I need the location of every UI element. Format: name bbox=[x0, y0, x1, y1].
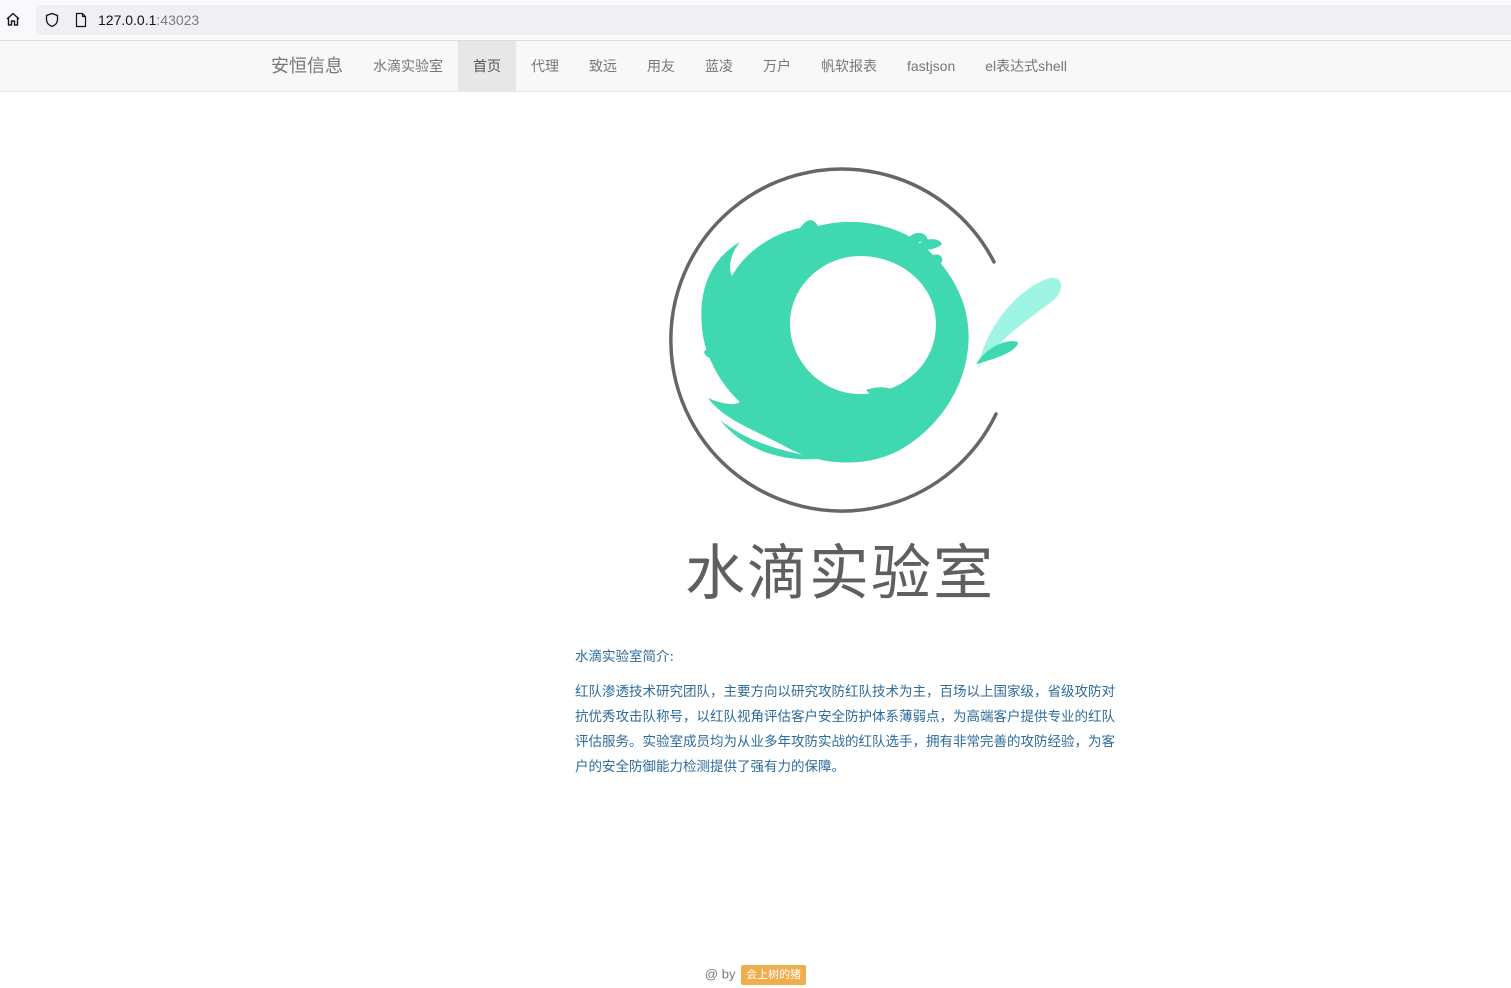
nav-item-finereport[interactable]: 帆软报表 bbox=[806, 41, 892, 91]
nav-item-yonyou[interactable]: 用友 bbox=[632, 41, 690, 91]
home-icon[interactable] bbox=[2, 8, 24, 30]
nav-item-lab[interactable]: 水滴实验室 bbox=[358, 41, 458, 91]
intro-heading: 水滴实验室简介: bbox=[575, 649, 675, 665]
browser-toolbar: 127.0.0.1:43023 bbox=[0, 0, 1511, 41]
navbar-brand[interactable]: 安恒信息 bbox=[271, 41, 343, 91]
nav-item-home[interactable]: 首页 bbox=[458, 41, 516, 91]
nav-item-fastjson[interactable]: fastjson bbox=[892, 41, 970, 91]
nav-item-landray[interactable]: 蓝凌 bbox=[690, 41, 748, 91]
shield-icon[interactable] bbox=[44, 12, 60, 32]
water-drop-logo-icon bbox=[669, 167, 1062, 513]
logo-splash bbox=[701, 220, 969, 463]
logo-title: 水滴实验室 bbox=[685, 539, 995, 609]
nav-menu: 水滴实验室 首页 代理 致远 用友 蓝凌 万户 帆软报表 fastjson el… bbox=[358, 41, 1082, 91]
url-host: 127.0.0.1 bbox=[98, 12, 157, 28]
url-port: :43023 bbox=[156, 12, 200, 28]
nav-item-el-shell[interactable]: el表达式shell bbox=[970, 41, 1082, 91]
nav-item-wanhu[interactable]: 万户 bbox=[748, 41, 806, 91]
address-bar[interactable]: 127.0.0.1:43023 bbox=[36, 5, 1511, 35]
site-navbar: 安恒信息 水滴实验室 首页 代理 致远 用友 蓝凌 万户 帆软报表 fastjs… bbox=[0, 41, 1511, 92]
nav-item-seeyon[interactable]: 致远 bbox=[574, 41, 632, 91]
page-icon[interactable] bbox=[73, 12, 89, 32]
lab-logo bbox=[660, 158, 1070, 518]
intro-body: 红队渗透技术研究团队，主要方向以研究攻防红队技术为主，百场以上国家级，省级攻防对… bbox=[575, 684, 1115, 775]
footer-prefix: @ by bbox=[704, 966, 736, 982]
intro-section: 水滴实验室简介: 红队渗透技术研究团队，主要方向以研究攻防红队技术为主，百场以上… bbox=[575, 646, 1115, 780]
url-text[interactable]: 127.0.0.1:43023 bbox=[98, 11, 199, 29]
page-footer: @ by 会上树的猪 bbox=[0, 965, 1511, 985]
nav-item-proxy[interactable]: 代理 bbox=[516, 41, 574, 91]
author-badge: 会上树的猪 bbox=[741, 965, 807, 985]
